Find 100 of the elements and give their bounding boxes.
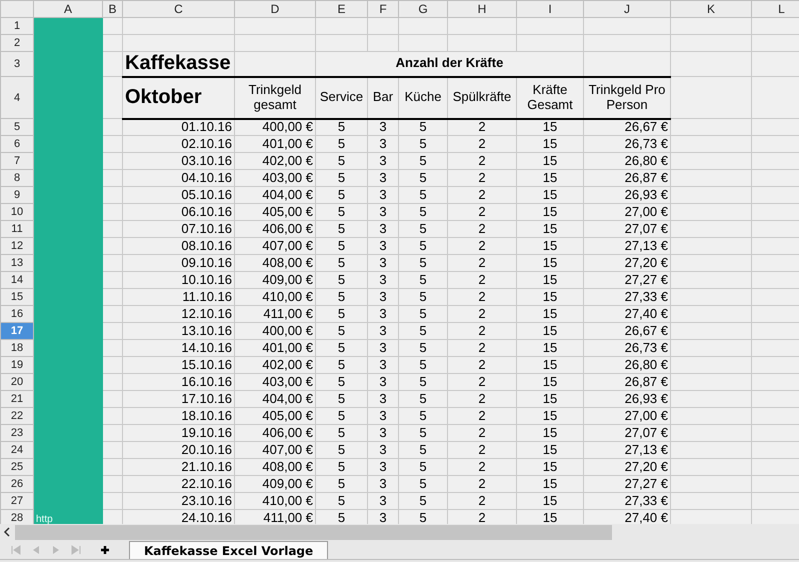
table-cell: 3: [368, 492, 398, 510]
table-cell: 3: [368, 186, 398, 204]
row-header[interactable]: 3: [0, 52, 34, 76]
row-header[interactable]: 4: [0, 76, 34, 118]
table-cell: 5: [316, 288, 368, 306]
table-cell: 26,87 €: [584, 170, 670, 186]
table-cell: 5: [316, 408, 368, 424]
table-cell: 5: [398, 322, 448, 340]
table-cell: 21.10.16: [122, 458, 234, 476]
previous-sheet-icon[interactable]: [31, 545, 41, 555]
table-cell: 23.10.16: [122, 492, 234, 510]
column-header[interactable]: F: [368, 0, 398, 18]
table-cell: 5: [316, 390, 368, 408]
table-cell: 5: [316, 118, 368, 136]
table-cell: 401,00 €: [234, 340, 316, 356]
table-cell: 2: [448, 476, 516, 492]
table-cell: 2: [448, 152, 516, 170]
row-header[interactable]: 19: [0, 356, 34, 374]
table-cell: 402,00 €: [234, 356, 316, 374]
scrollbar-thumb[interactable]: [15, 524, 612, 540]
table-cell: 15: [516, 204, 584, 220]
table-cell: 5: [398, 136, 448, 152]
row-header[interactable]: 9: [0, 186, 34, 204]
table-cell: 5: [398, 254, 448, 272]
row-header[interactable]: 20: [0, 374, 34, 390]
table-cell: 5: [316, 442, 368, 458]
row-header[interactable]: 23: [0, 424, 34, 442]
column-header[interactable]: I: [516, 0, 584, 18]
column-heading: Bar: [368, 76, 398, 118]
row-header[interactable]: 13: [0, 254, 34, 272]
table-cell: 5: [398, 170, 448, 186]
row-header[interactable]: 1: [0, 18, 34, 34]
column-header[interactable]: D: [234, 0, 316, 18]
table-cell: 5: [316, 170, 368, 186]
next-sheet-icon[interactable]: [51, 545, 61, 555]
first-sheet-icon[interactable]: [11, 545, 21, 555]
table-cell: 04.10.16: [122, 170, 234, 186]
table-cell: 03.10.16: [122, 152, 234, 170]
column-header[interactable]: C: [122, 0, 234, 18]
table-cell: 26,73 €: [584, 136, 670, 152]
table-cell: 403,00 €: [234, 170, 316, 186]
table-cell: 27,00 €: [584, 408, 670, 424]
table-cell: 3: [368, 408, 398, 424]
row-header[interactable]: 25: [0, 458, 34, 476]
row-header[interactable]: 11: [0, 220, 34, 238]
table-cell: 5: [316, 306, 368, 322]
table-cell: 15: [516, 118, 584, 136]
table-cell: 13.10.16: [122, 322, 234, 340]
table-cell: 407,00 €: [234, 238, 316, 254]
table-cell: 2: [448, 118, 516, 136]
row-header[interactable]: 24: [0, 442, 34, 458]
table-cell: 5: [398, 204, 448, 220]
row-header[interactable]: 28: [0, 510, 34, 524]
add-sheet-icon[interactable]: [100, 545, 110, 555]
row-header[interactable]: 12: [0, 238, 34, 254]
cell-text: http: [36, 514, 53, 524]
row-header[interactable]: 7: [0, 152, 34, 170]
column-heading: Trinkgeld gesamt: [234, 76, 316, 118]
table-cell: 12.10.16: [122, 306, 234, 322]
table-cell: 26,93 €: [584, 390, 670, 408]
table-cell: 26,93 €: [584, 186, 670, 204]
table-cell: 07.10.16: [122, 220, 234, 238]
row-header[interactable]: 15: [0, 288, 34, 306]
last-sheet-icon[interactable]: [71, 545, 81, 555]
column-heading: Spülkräfte: [448, 76, 516, 118]
column-header[interactable]: E: [316, 0, 368, 18]
row-header[interactable]: 10: [0, 204, 34, 220]
table-cell: 5: [398, 390, 448, 408]
column-header[interactable]: L: [752, 0, 799, 18]
column-heading: Trinkgeld Pro Person: [584, 76, 670, 118]
column-header[interactable]: H: [448, 0, 516, 18]
table-cell: 2: [448, 220, 516, 238]
table-cell: 15: [516, 374, 584, 390]
table-cell: 404,00 €: [234, 390, 316, 408]
row-header[interactable]: 5: [0, 118, 34, 136]
table-cell: 5: [316, 272, 368, 288]
row-header[interactable]: 22: [0, 408, 34, 424]
table-cell: 15: [516, 476, 584, 492]
row-header[interactable]: 2: [0, 34, 34, 52]
column-header[interactable]: K: [670, 0, 752, 18]
row-header[interactable]: 18: [0, 340, 34, 356]
table-cell: 15: [516, 220, 584, 238]
column-header[interactable]: G: [398, 0, 448, 18]
table-cell: 26,67 €: [584, 322, 670, 340]
table-cell: 15: [516, 272, 584, 288]
row-header[interactable]: 26: [0, 476, 34, 492]
row-header[interactable]: 6: [0, 136, 34, 152]
column-header[interactable]: J: [584, 0, 670, 18]
column-header[interactable]: A: [34, 0, 102, 18]
row-header[interactable]: 8: [0, 170, 34, 186]
row-header[interactable]: 27: [0, 492, 34, 510]
row-header[interactable]: 21: [0, 390, 34, 408]
row-header[interactable]: 16: [0, 306, 34, 322]
table-cell: 15: [516, 340, 584, 356]
table-cell: 3: [368, 476, 398, 492]
table-cell: 27,33 €: [584, 492, 670, 510]
column-header[interactable]: B: [102, 0, 122, 18]
sheet-tab[interactable]: Kaffekasse Excel Vorlage: [129, 541, 328, 559]
table-cell: 15: [516, 492, 584, 510]
row-header[interactable]: 14: [0, 272, 34, 288]
